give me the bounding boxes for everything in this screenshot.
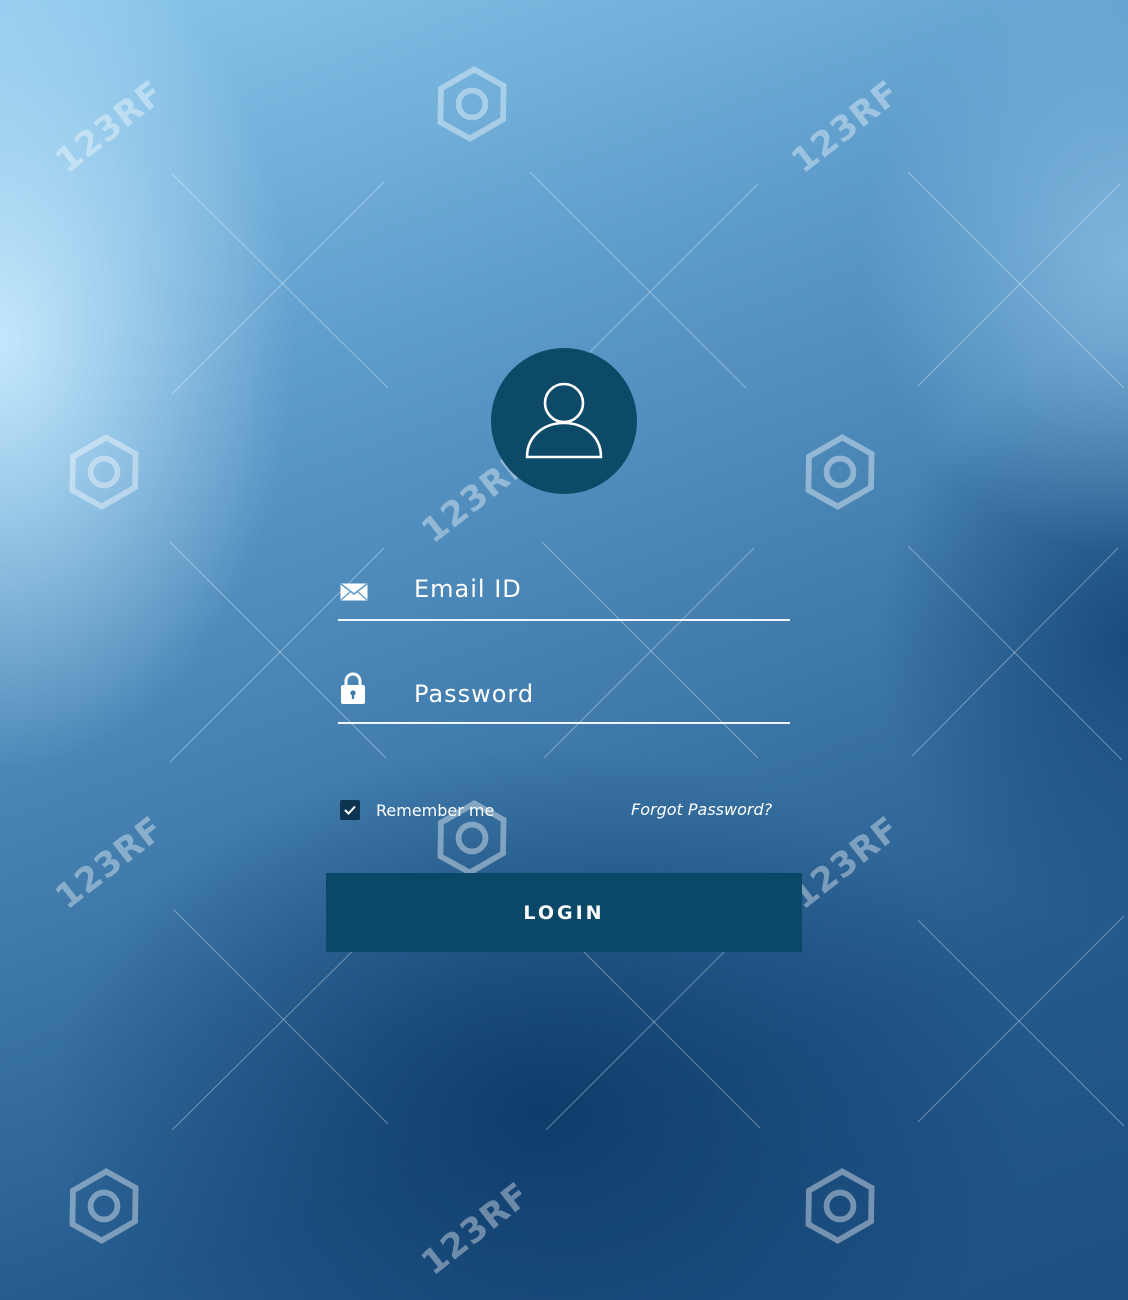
envelope-icon: [340, 583, 368, 605]
remember-me-toggle[interactable]: Remember me: [340, 800, 494, 820]
watermark-camera-icon: [69, 434, 139, 510]
forgot-password-link[interactable]: Forgot Password?: [631, 800, 772, 819]
watermark-camera-icon: [805, 434, 875, 510]
user-icon: [525, 382, 603, 459]
watermark-text: 123RF: [48, 72, 172, 182]
watermark-camera-icon: [805, 1168, 875, 1244]
watermark-text: 123RF: [784, 72, 908, 182]
email-input[interactable]: [414, 569, 774, 609]
email-field: [338, 563, 790, 621]
watermark-text: 123RF: [48, 808, 172, 918]
check-icon: [344, 805, 356, 815]
login-button[interactable]: LOGIN: [326, 873, 802, 952]
password-input[interactable]: [414, 674, 774, 714]
password-field: [338, 664, 790, 724]
watermark-text: 123RF: [414, 1174, 538, 1284]
remember-me-label: Remember me: [376, 800, 495, 820]
watermark-text: 123RF: [784, 808, 908, 918]
avatar: [491, 348, 637, 494]
lock-icon: [340, 672, 366, 708]
watermark-camera-icon: [69, 1168, 139, 1244]
watermark-camera-icon: [437, 66, 507, 142]
remember-me-checkbox[interactable]: [340, 800, 360, 820]
watermark-lines: [169, 171, 1125, 1131]
